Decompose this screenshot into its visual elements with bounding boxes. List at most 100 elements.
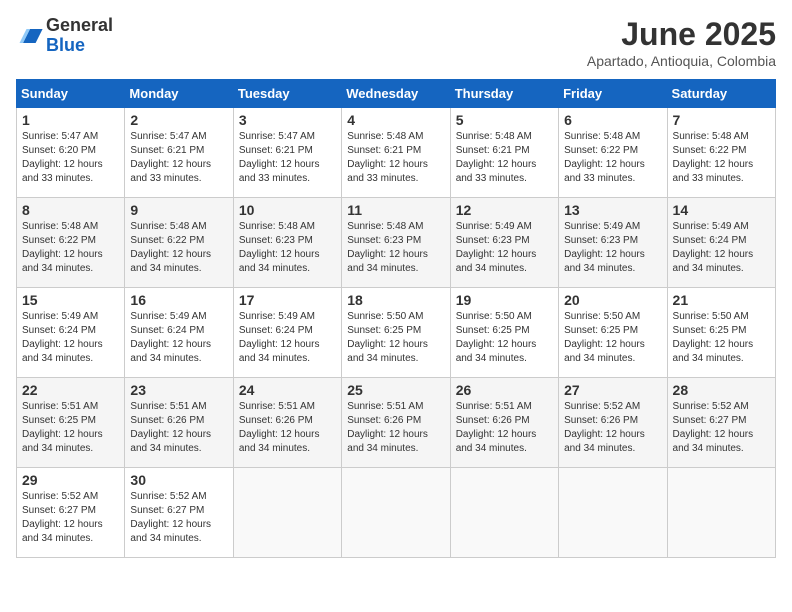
calendar-cell: 14 Sunrise: 5:49 AMSunset: 6:24 PMDayligh… bbox=[667, 198, 775, 288]
day-info: Sunrise: 5:51 AMSunset: 6:26 PMDaylight:… bbox=[347, 400, 444, 456]
day-info: Sunrise: 5:50 AMSunset: 6:25 PMDaylight:… bbox=[347, 310, 444, 366]
col-thursday: Thursday bbox=[450, 80, 558, 108]
calendar-cell: 4 Sunrise: 5:48 AMSunset: 6:21 PMDaylight… bbox=[342, 108, 450, 198]
day-number: 20 bbox=[564, 292, 661, 308]
calendar-cell: 19 Sunrise: 5:50 AMSunset: 6:25 PMDayligh… bbox=[450, 288, 558, 378]
day-number: 8 bbox=[22, 202, 119, 218]
day-info: Sunrise: 5:48 AMSunset: 6:21 PMDaylight:… bbox=[347, 130, 444, 186]
day-number: 13 bbox=[564, 202, 661, 218]
col-monday: Monday bbox=[125, 80, 233, 108]
calendar-week-row: 29 Sunrise: 5:52 AMSunset: 6:27 PMDayligh… bbox=[17, 468, 776, 558]
location: Apartado, Antioquia, Colombia bbox=[587, 53, 776, 69]
day-number: 28 bbox=[673, 382, 770, 398]
day-info: Sunrise: 5:51 AMSunset: 6:25 PMDaylight:… bbox=[22, 400, 119, 456]
day-number: 3 bbox=[239, 112, 336, 128]
calendar-table: Sunday Monday Tuesday Wednesday Thursday… bbox=[16, 79, 776, 558]
day-info: Sunrise: 5:50 AMSunset: 6:25 PMDaylight:… bbox=[564, 310, 661, 366]
day-number: 22 bbox=[22, 382, 119, 398]
day-number: 4 bbox=[347, 112, 444, 128]
day-number: 15 bbox=[22, 292, 119, 308]
day-info: Sunrise: 5:52 AMSunset: 6:26 PMDaylight:… bbox=[564, 400, 661, 456]
day-info: Sunrise: 5:50 AMSunset: 6:25 PMDaylight:… bbox=[673, 310, 770, 366]
day-info: Sunrise: 5:49 AMSunset: 6:24 PMDaylight:… bbox=[130, 310, 227, 366]
calendar-cell: 27 Sunrise: 5:52 AMSunset: 6:26 PMDayligh… bbox=[559, 378, 667, 468]
day-info: Sunrise: 5:51 AMSunset: 6:26 PMDaylight:… bbox=[239, 400, 336, 456]
day-number: 27 bbox=[564, 382, 661, 398]
day-info: Sunrise: 5:48 AMSunset: 6:22 PMDaylight:… bbox=[564, 130, 661, 186]
col-tuesday: Tuesday bbox=[233, 80, 341, 108]
day-number: 9 bbox=[130, 202, 227, 218]
day-info: Sunrise: 5:49 AMSunset: 6:24 PMDaylight:… bbox=[22, 310, 119, 366]
logo-blue: Blue bbox=[46, 35, 85, 55]
month-year: June 2025 bbox=[587, 16, 776, 53]
col-wednesday: Wednesday bbox=[342, 80, 450, 108]
calendar-cell: 26 Sunrise: 5:51 AMSunset: 6:26 PMDayligh… bbox=[450, 378, 558, 468]
calendar-cell: 3 Sunrise: 5:47 AMSunset: 6:21 PMDaylight… bbox=[233, 108, 341, 198]
col-sunday: Sunday bbox=[17, 80, 125, 108]
calendar-cell: 29 Sunrise: 5:52 AMSunset: 6:27 PMDayligh… bbox=[17, 468, 125, 558]
day-number: 24 bbox=[239, 382, 336, 398]
day-info: Sunrise: 5:50 AMSunset: 6:25 PMDaylight:… bbox=[456, 310, 553, 366]
day-number: 29 bbox=[22, 472, 119, 488]
day-number: 6 bbox=[564, 112, 661, 128]
day-info: Sunrise: 5:51 AMSunset: 6:26 PMDaylight:… bbox=[130, 400, 227, 456]
day-number: 14 bbox=[673, 202, 770, 218]
calendar-cell: 21Sunrise: 5:50 AMSunset: 6:25 PMDayligh… bbox=[667, 288, 775, 378]
calendar-cell: 13Sunrise: 5:49 AMSunset: 6:23 PMDayligh… bbox=[559, 198, 667, 288]
logo-text: General Blue bbox=[46, 16, 113, 56]
day-number: 10 bbox=[239, 202, 336, 218]
calendar-week-row: 1Sunrise: 5:47 AMSunset: 6:20 PMDaylight… bbox=[17, 108, 776, 198]
day-info: Sunrise: 5:47 AMSunset: 6:21 PMDaylight:… bbox=[239, 130, 336, 186]
day-number: 30 bbox=[130, 472, 227, 488]
calendar-cell: 9Sunrise: 5:48 AMSunset: 6:22 PMDaylight… bbox=[125, 198, 233, 288]
day-info: Sunrise: 5:52 AMSunset: 6:27 PMDaylight:… bbox=[673, 400, 770, 456]
calendar-cell: 23Sunrise: 5:51 AMSunset: 6:26 PMDayligh… bbox=[125, 378, 233, 468]
calendar-cell: 1Sunrise: 5:47 AMSunset: 6:20 PMDaylight… bbox=[17, 108, 125, 198]
day-info: Sunrise: 5:49 AMSunset: 6:24 PMDaylight:… bbox=[673, 220, 770, 276]
calendar-cell: 7Sunrise: 5:48 AMSunset: 6:22 PMDaylight… bbox=[667, 108, 775, 198]
day-number: 19 bbox=[456, 292, 553, 308]
calendar-week-row: 22 Sunrise: 5:51 AMSunset: 6:25 PMDayligh… bbox=[17, 378, 776, 468]
day-number: 25 bbox=[347, 382, 444, 398]
calendar-cell: 8 Sunrise: 5:48 AMSunset: 6:22 PMDaylight… bbox=[17, 198, 125, 288]
logo-icon bbox=[16, 22, 44, 50]
calendar-cell: 18Sunrise: 5:50 AMSunset: 6:25 PMDayligh… bbox=[342, 288, 450, 378]
day-info: Sunrise: 5:48 AMSunset: 6:23 PMDaylight:… bbox=[239, 220, 336, 276]
day-info: Sunrise: 5:48 AMSunset: 6:23 PMDaylight:… bbox=[347, 220, 444, 276]
title-area: June 2025 Apartado, Antioquia, Colombia bbox=[587, 16, 776, 69]
calendar-cell bbox=[559, 468, 667, 558]
calendar-cell: 11 Sunrise: 5:48 AMSunset: 6:23 PMDayligh… bbox=[342, 198, 450, 288]
calendar-cell: 17Sunrise: 5:49 AMSunset: 6:24 PMDayligh… bbox=[233, 288, 341, 378]
day-number: 5 bbox=[456, 112, 553, 128]
calendar-cell: 10 Sunrise: 5:48 AMSunset: 6:23 PMDayligh… bbox=[233, 198, 341, 288]
logo-general: General bbox=[46, 15, 113, 35]
day-number: 11 bbox=[347, 202, 444, 218]
calendar-cell: 15 Sunrise: 5:49 AMSunset: 6:24 PMDayligh… bbox=[17, 288, 125, 378]
day-info: Sunrise: 5:47 AMSunset: 6:21 PMDaylight:… bbox=[130, 130, 227, 186]
day-number: 7 bbox=[673, 112, 770, 128]
day-number: 16 bbox=[130, 292, 227, 308]
calendar-cell: 22 Sunrise: 5:51 AMSunset: 6:25 PMDayligh… bbox=[17, 378, 125, 468]
calendar-cell bbox=[667, 468, 775, 558]
day-number: 17 bbox=[239, 292, 336, 308]
calendar-cell: 30Sunrise: 5:52 AMSunset: 6:27 PMDayligh… bbox=[125, 468, 233, 558]
calendar-header-row: Sunday Monday Tuesday Wednesday Thursday… bbox=[17, 80, 776, 108]
calendar-cell: 6 Sunrise: 5:48 AMSunset: 6:22 PMDaylight… bbox=[559, 108, 667, 198]
col-saturday: Saturday bbox=[667, 80, 775, 108]
day-number: 2 bbox=[130, 112, 227, 128]
day-number: 26 bbox=[456, 382, 553, 398]
calendar-cell bbox=[450, 468, 558, 558]
col-friday: Friday bbox=[559, 80, 667, 108]
calendar-cell: 24 Sunrise: 5:51 AMSunset: 6:26 PMDayligh… bbox=[233, 378, 341, 468]
calendar-cell: 2 Sunrise: 5:47 AMSunset: 6:21 PMDaylight… bbox=[125, 108, 233, 198]
calendar-cell: 12Sunrise: 5:49 AMSunset: 6:23 PMDayligh… bbox=[450, 198, 558, 288]
calendar-cell: 16 Sunrise: 5:49 AMSunset: 6:24 PMDayligh… bbox=[125, 288, 233, 378]
calendar-cell: 5Sunrise: 5:48 AMSunset: 6:21 PMDaylight… bbox=[450, 108, 558, 198]
day-info: Sunrise: 5:51 AMSunset: 6:26 PMDaylight:… bbox=[456, 400, 553, 456]
page-header: General Blue June 2025 Apartado, Antioqu… bbox=[16, 16, 776, 69]
calendar-cell: 28 Sunrise: 5:52 AMSunset: 6:27 PMDayligh… bbox=[667, 378, 775, 468]
calendar-cell bbox=[342, 468, 450, 558]
day-info: Sunrise: 5:48 AMSunset: 6:22 PMDaylight:… bbox=[22, 220, 119, 276]
calendar-week-row: 8 Sunrise: 5:48 AMSunset: 6:22 PMDaylight… bbox=[17, 198, 776, 288]
day-info: Sunrise: 5:52 AMSunset: 6:27 PMDaylight:… bbox=[22, 490, 119, 546]
